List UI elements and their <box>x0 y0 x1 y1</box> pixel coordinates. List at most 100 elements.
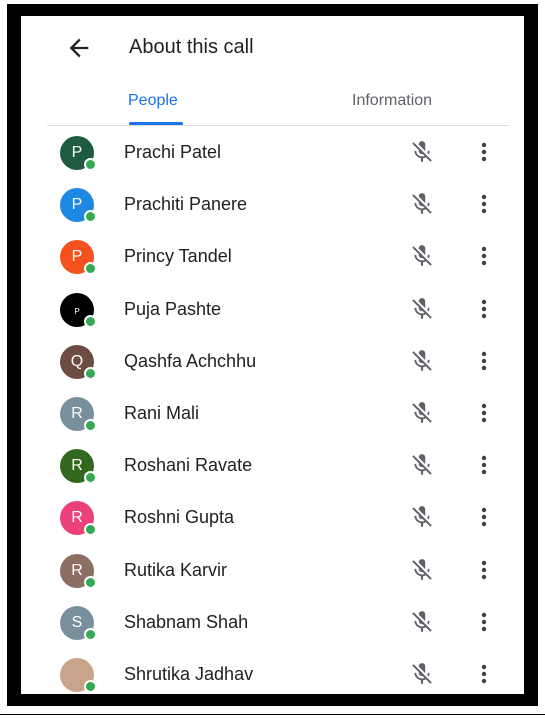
presence-dot <box>84 210 97 224</box>
participant-name: Qashfa Achchhu <box>124 350 257 371</box>
more-vert-icon <box>481 299 487 318</box>
presence-dot <box>84 523 97 537</box>
avatar: R <box>60 553 97 589</box>
avatar-initial: P <box>71 144 83 161</box>
more-vert-icon <box>481 403 487 423</box>
avatar: P <box>60 240 97 276</box>
more-options-button[interactable] <box>473 191 495 217</box>
participant-row[interactable]: R Rutika Karvir <box>21 544 524 596</box>
participant-name: Roshani Ravate <box>124 455 253 476</box>
more-vert-icon <box>481 612 487 631</box>
mic-off-icon <box>412 141 432 162</box>
avatar: Q <box>60 344 97 380</box>
participant-row[interactable]: S Shabnam Shah <box>21 596 524 648</box>
avatar-initial: R <box>71 509 83 527</box>
participant-row[interactable]: R Roshni Gupta <box>21 491 524 543</box>
more-options-button[interactable] <box>473 452 495 478</box>
presence-dot <box>84 680 97 693</box>
avatar-initial: P <box>71 248 83 266</box>
call-details-screen: About this call People Information P Pra… <box>21 16 524 694</box>
avatar: R <box>60 449 97 485</box>
participant-name: Shrutika Jadhav <box>124 664 254 684</box>
mic-off-icon <box>412 454 432 475</box>
participant-name: Rani Mali <box>124 403 200 423</box>
avatar: P <box>60 188 97 224</box>
avatar-initial: Q <box>70 352 84 370</box>
mic-off-icon <box>412 663 432 684</box>
participant-row[interactable]: P Prachi Patel <box>21 126 524 178</box>
mute-button[interactable] <box>409 191 435 217</box>
more-options-button[interactable] <box>473 348 495 374</box>
participant-row[interactable]: Shrutika Jadhav <box>21 648 524 694</box>
page-title: About this call <box>129 36 254 58</box>
more-options-button[interactable] <box>473 400 495 426</box>
more-vert-icon <box>481 560 487 579</box>
avatar-initial: R <box>71 405 83 422</box>
mic-off-icon <box>412 402 432 423</box>
app-bar: About this call <box>21 16 524 80</box>
mute-button[interactable] <box>409 452 435 478</box>
tab-people[interactable]: People <box>128 92 178 110</box>
avatar-initial: R <box>71 561 83 579</box>
tab-information[interactable]: Information <box>352 92 432 110</box>
participant-row[interactable]: R Roshani Ravate <box>21 439 524 491</box>
mute-button[interactable] <box>409 661 435 687</box>
participant-name: Rutika Karvir <box>124 559 228 580</box>
more-options-button[interactable] <box>473 557 495 583</box>
avatar <box>60 658 97 693</box>
more-options-button[interactable] <box>473 661 495 687</box>
avatar-initial: R <box>71 457 83 475</box>
more-vert-icon <box>481 508 487 527</box>
mic-off-icon <box>412 193 432 214</box>
more-vert-icon <box>481 194 487 214</box>
presence-dot <box>84 627 97 641</box>
more-vert-icon <box>481 455 487 475</box>
mic-off-icon <box>412 610 432 632</box>
avatar: R <box>60 501 97 537</box>
more-options-button[interactable] <box>473 243 495 269</box>
more-vert-icon <box>481 142 487 162</box>
avatar-initial: S <box>71 613 83 631</box>
mute-button[interactable] <box>409 348 435 374</box>
avatar: P <box>60 292 97 328</box>
participant-name: Roshni Gupta <box>124 507 235 528</box>
mute-button[interactable] <box>409 504 435 530</box>
participant-row[interactable]: P Puja Pashte <box>21 283 524 335</box>
participant-row[interactable]: Q Qashfa Achchhu <box>21 335 524 387</box>
presence-dot <box>84 158 97 171</box>
participant-row[interactable]: P Prachiti Panere <box>21 178 524 230</box>
participant-name: Prachi Patel <box>124 142 222 162</box>
more-vert-icon <box>481 351 487 370</box>
presence-dot <box>84 419 97 432</box>
avatar-initial: P <box>74 306 80 316</box>
mute-button[interactable] <box>409 557 435 583</box>
presence-dot <box>84 471 97 485</box>
more-options-button[interactable] <box>473 139 495 165</box>
mic-off-icon <box>412 245 432 267</box>
mic-off-icon <box>412 349 432 371</box>
more-vert-icon <box>481 664 487 684</box>
presence-dot <box>84 366 97 380</box>
presence-dot <box>84 575 97 589</box>
participant-name: Shabnam Shah <box>124 611 249 632</box>
back-button[interactable] <box>65 34 93 62</box>
presence-dot <box>84 262 97 276</box>
more-options-button[interactable] <box>473 296 495 322</box>
participant-row[interactable]: P Princy Tandel <box>21 230 524 282</box>
mic-off-icon <box>412 558 432 580</box>
arrow-back-icon <box>69 38 89 58</box>
mute-button[interactable] <box>409 243 435 269</box>
mic-off-icon <box>412 297 432 319</box>
more-options-button[interactable] <box>473 609 495 635</box>
mute-button[interactable] <box>409 609 435 635</box>
screenshot-frame: About this call People Information P Pra… <box>7 4 538 706</box>
participant-name: Prachiti Panere <box>124 194 248 215</box>
more-options-button[interactable] <box>473 504 495 530</box>
avatar: S <box>60 605 97 641</box>
mute-button[interactable] <box>409 139 435 165</box>
participant-row[interactable]: R Rani Mali <box>21 387 524 439</box>
participant-name: Princy Tandel <box>124 246 232 267</box>
mute-button[interactable] <box>409 296 435 322</box>
mute-button[interactable] <box>409 400 435 426</box>
avatar: R <box>60 397 97 432</box>
